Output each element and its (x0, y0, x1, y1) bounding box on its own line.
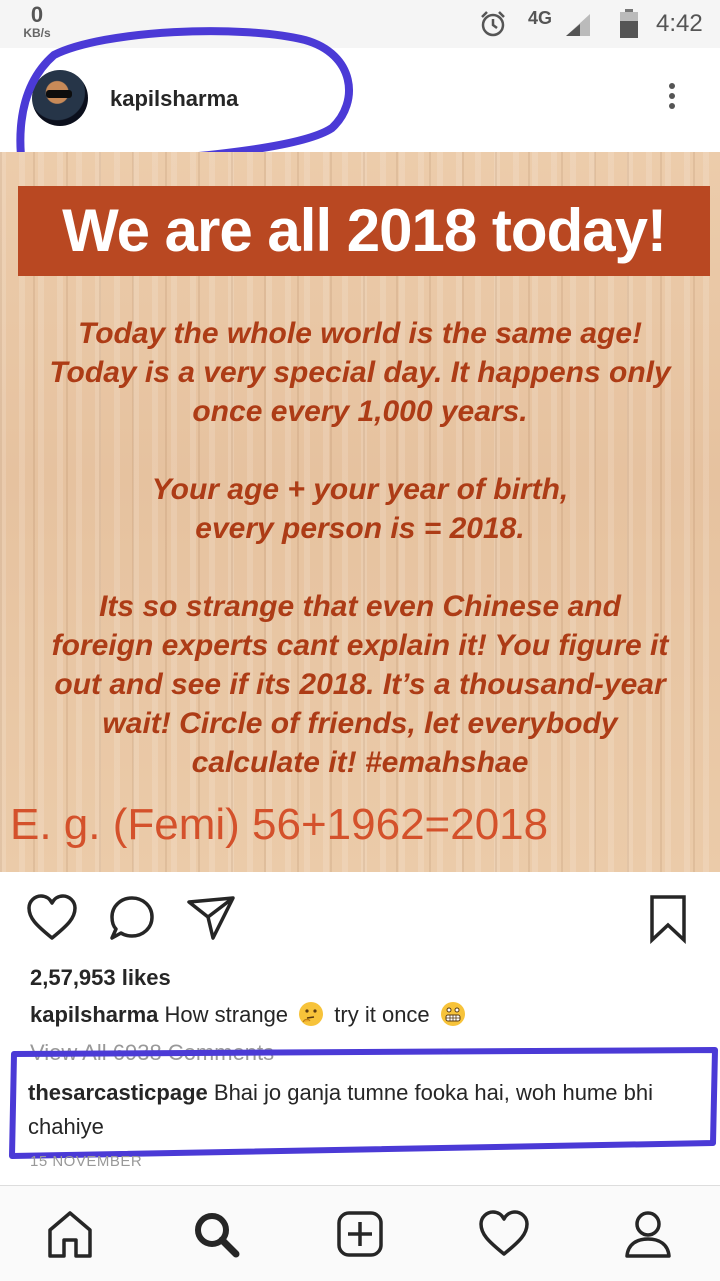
likes-count[interactable]: 2,57,953 likes (30, 965, 171, 991)
network-speed-unit: KB/s (23, 26, 51, 40)
caption-text-after: try it once (334, 1002, 430, 1027)
home-icon[interactable] (44, 1208, 96, 1260)
post-date: 15 NOVEMBER (30, 1153, 143, 1170)
image-banner: We are all 2018 today! (18, 186, 710, 276)
activity-icon[interactable] (478, 1208, 530, 1260)
thinking-face-icon (299, 1002, 324, 1026)
image-paragraph: Your age + your year of birth, every per… (151, 473, 569, 545)
view-all-comments-link[interactable]: View All 6938 Comments (30, 1040, 274, 1064)
comment: thesarcasticpage Bhai jo ganja tumne foo… (28, 1076, 688, 1144)
bookmark-icon[interactable] (648, 894, 688, 944)
profile-icon[interactable] (622, 1208, 674, 1260)
image-paragraph: Today the whole world is the same age! T… (49, 317, 671, 428)
caption-username[interactable]: kapilsharma (30, 1002, 158, 1027)
grimacing-face-icon (440, 1002, 465, 1026)
image-paragraph: Its so strange that even Chinese and for… (51, 590, 669, 779)
share-icon[interactable] (186, 894, 236, 942)
caption-text-before: How strange (164, 1002, 289, 1027)
search-icon[interactable] (190, 1208, 242, 1260)
network-type: 4G (528, 8, 553, 28)
post-header: kapilsharma (0, 48, 720, 152)
add-post-icon[interactable] (334, 1208, 386, 1260)
post-username[interactable]: kapilsharma (110, 86, 238, 112)
image-banner-text: We are all 2018 today! (62, 197, 667, 264)
battery-icon (620, 9, 638, 38)
image-example: E. g. (Femi) 56+1962=2018 (10, 800, 549, 849)
more-options-button[interactable] (660, 80, 684, 120)
heart-icon[interactable] (26, 894, 78, 942)
bottom-navigation (0, 1185, 720, 1281)
comment-icon[interactable] (108, 894, 156, 942)
status-bar: 0 KB/s 4G 4:42 (0, 0, 720, 48)
alarm-icon (481, 11, 505, 37)
clock-time: 4:42 (656, 10, 703, 37)
post-actions (0, 872, 720, 964)
post-image[interactable]: We are all 2018 today! Today the whole w… (0, 152, 720, 872)
image-text: Today the whole world is the same age! T… (0, 314, 720, 821)
post-caption: kapilsharma How strange try it once (30, 1001, 470, 1028)
signal-icon (566, 14, 590, 36)
avatar[interactable] (32, 70, 88, 126)
network-speed-value: 0 (30, 2, 44, 27)
comment-username[interactable]: thesarcasticpage (28, 1080, 208, 1105)
network-speed: 0 KB/s (20, 2, 54, 41)
